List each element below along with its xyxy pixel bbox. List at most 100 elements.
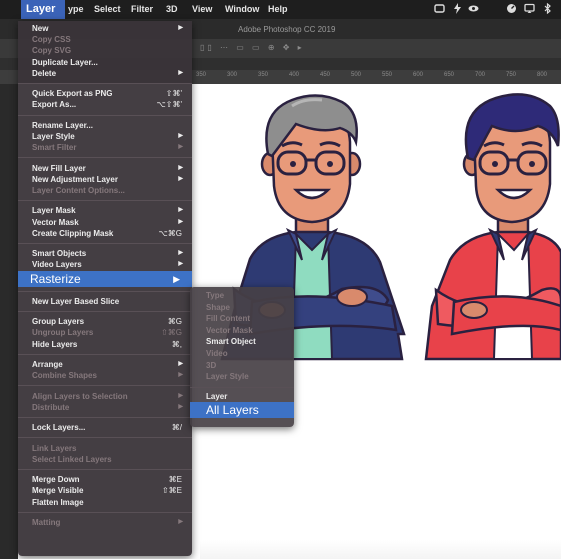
- menu-item-group-layers[interactable]: Group Layers ⌘G: [18, 316, 192, 327]
- menu-view[interactable]: View: [192, 4, 212, 14]
- menu-item-label: Align Layers to Selection: [32, 391, 128, 401]
- ruler-tick-label: 800: [537, 72, 548, 78]
- menu-filter[interactable]: Filter: [131, 4, 153, 14]
- menu-item-all-layers[interactable]: All Layers: [190, 402, 294, 419]
- ruler-tick-label: 550: [382, 72, 393, 78]
- menu-bar: Layer ype Select Filter 3D View Window H…: [0, 0, 561, 19]
- menu-item-shortcut: ⇧⌘E: [161, 486, 182, 496]
- submenu-arrow-icon: ▶: [173, 273, 180, 284]
- submenu-arrow-icon: ▶: [178, 175, 183, 182]
- menu-item-video-layers[interactable]: Video Layers ▶: [18, 259, 192, 270]
- menu-item-label: Delete: [32, 68, 57, 78]
- menu-item-lock-layers[interactable]: Lock Layers... ⌘/: [18, 422, 192, 433]
- menu-item-layer-style: Layer Style: [190, 371, 294, 382]
- menu-item-new[interactable]: New ▶: [18, 23, 192, 34]
- menu-item-layer[interactable]: Layer: [190, 391, 294, 402]
- menu-item-merge-down[interactable]: Merge Down ⌘E: [18, 474, 192, 485]
- menu-item-label: Quick Export as PNG: [32, 89, 113, 99]
- menu-item-rasterize[interactable]: Rasterize ▶: [18, 270, 192, 287]
- menu-separator: [18, 511, 192, 513]
- menu-item-label: Duplicate Layer...: [32, 57, 98, 67]
- menu-item-rename-layer[interactable]: Rename Layer...: [18, 120, 192, 131]
- menu-separator: [18, 243, 192, 244]
- ruler-tick-label: 400: [289, 72, 300, 78]
- menu-item-combine-shapes: Combine Shapes ▶: [18, 370, 192, 381]
- menu-item-label: Link Layers: [32, 443, 77, 453]
- menu-item-label: Hide Layers: [32, 339, 78, 349]
- tray-gauge-icon[interactable]: [506, 3, 517, 14]
- menu-item-new-fill-layer[interactable]: New Fill Layer ▶: [18, 163, 192, 174]
- menu-item-shortcut: ⌘G: [167, 317, 182, 327]
- menu-item-new-layer-based-slice[interactable]: New Layer Based Slice: [18, 296, 192, 307]
- submenu-arrow-icon: ▶: [178, 372, 183, 379]
- tray-eye-icon[interactable]: [468, 3, 479, 14]
- submenu-arrow-icon: ▶: [178, 519, 183, 525]
- menu-item-type: Type: [190, 290, 294, 301]
- menu-item-quick-export-as-png[interactable]: Quick Export as PNG ⇧⌘': [18, 88, 192, 99]
- menu-item-label: Lock Layers...: [32, 423, 86, 433]
- menu-item-vector-mask: Vector Mask: [190, 325, 294, 336]
- ruler-tick-label: 350: [258, 72, 269, 78]
- menu-item-layer-mask[interactable]: Layer Mask ▶: [18, 205, 192, 216]
- menu-item-layer-style[interactable]: Layer Style ▶: [18, 131, 192, 142]
- ruler-tick-label: 650: [444, 72, 455, 78]
- tray-bolt-icon[interactable]: [452, 3, 463, 14]
- menu-item-hide-layers[interactable]: Hide Layers ⌘,: [18, 339, 192, 350]
- menu-item-label: Smart Filter: [32, 143, 77, 153]
- menu-select[interactable]: Select: [94, 4, 121, 14]
- tray-app-icon[interactable]: [434, 3, 445, 14]
- menu-window[interactable]: Window: [225, 4, 259, 14]
- menu-item-label: Vector Mask: [206, 325, 253, 335]
- menu-help[interactable]: Help: [268, 4, 288, 14]
- menu-item-shape: Shape: [190, 302, 294, 313]
- menu-type[interactable]: ype: [68, 4, 84, 14]
- layer-menu: New ▶ Copy CSS Copy SVG Duplicate Layer... De…: [18, 21, 192, 556]
- character-navy-hair: [424, 93, 561, 361]
- submenu-arrow-icon: ▶: [178, 144, 183, 151]
- menu-item-new-adjustment-layer[interactable]: New Adjustment Layer ▶: [18, 174, 192, 185]
- menu-item-duplicate-layer[interactable]: Duplicate Layer...: [18, 57, 192, 68]
- menu-item-export-as[interactable]: Export As... ⌥⇧⌘': [18, 99, 192, 110]
- menu-item-label: Smart Objects: [32, 249, 87, 259]
- menu-item-copy-svg: Copy SVG: [18, 45, 192, 56]
- ruler-tick-label: 500: [351, 72, 362, 78]
- menu-item-label: 3D: [206, 360, 217, 370]
- menu-item-vector-mask[interactable]: Vector Mask ▶: [18, 217, 192, 228]
- submenu-arrow-icon: ▶: [178, 261, 183, 268]
- menu-item-label: Flatten Image: [32, 497, 84, 507]
- menu-item-smart-objects[interactable]: Smart Objects ▶: [18, 248, 192, 259]
- tray-display-icon[interactable]: [524, 3, 535, 14]
- menu-separator: [18, 83, 192, 84]
- menu-item-label: Video Layers: [32, 260, 82, 270]
- menu-item-label: Distribute: [32, 402, 70, 412]
- menu-item-label: Matting: [32, 518, 61, 527]
- menu-item-fill-content: Fill Content: [190, 313, 294, 324]
- menu-item-label: New Adjustment Layer: [32, 174, 118, 184]
- menu-item-smart-object[interactable]: Smart Object: [190, 336, 294, 347]
- menu-separator: [18, 311, 192, 312]
- ruler-tick-label: 700: [475, 72, 486, 78]
- menu-item-delete[interactable]: Delete ▶: [18, 68, 192, 79]
- menu-3d[interactable]: 3D: [166, 4, 178, 14]
- tray-bluetooth-icon[interactable]: [542, 3, 553, 14]
- ruler-tick-label: 350: [196, 72, 207, 78]
- menu-item-label: Create Clipping Mask: [32, 228, 114, 238]
- menu-item-arrange[interactable]: Arrange ▶: [18, 359, 192, 370]
- menu-item-label: Video: [206, 349, 228, 358]
- menu-separator: [18, 469, 192, 470]
- menu-item-label: Layer Content Options...: [32, 186, 125, 195]
- menu-item-label: Ungroup Layers: [32, 328, 94, 338]
- canvas-bottom-shadow: [200, 540, 561, 559]
- menu-item-merge-visible[interactable]: Merge Visible ⇧⌘E: [18, 485, 192, 496]
- menu-item-align-layers-to-selection: Align Layers to Selection ▶: [18, 391, 192, 402]
- menu-separator: [18, 114, 192, 116]
- menu-separator: [18, 157, 192, 159]
- menu-item-label: Copy SVG: [32, 46, 72, 56]
- submenu-arrow-icon: ▶: [178, 392, 183, 399]
- menu-item-create-clipping-mask[interactable]: Create Clipping Mask ⌥⌘G: [18, 228, 192, 239]
- menu-layer[interactable]: Layer: [21, 0, 65, 19]
- menu-item-label: Arrange: [32, 360, 63, 369]
- menu-item-distribute: Distribute ▶: [18, 402, 192, 413]
- menu-separator: [190, 386, 294, 388]
- menu-item-flatten-image[interactable]: Flatten Image: [18, 497, 192, 508]
